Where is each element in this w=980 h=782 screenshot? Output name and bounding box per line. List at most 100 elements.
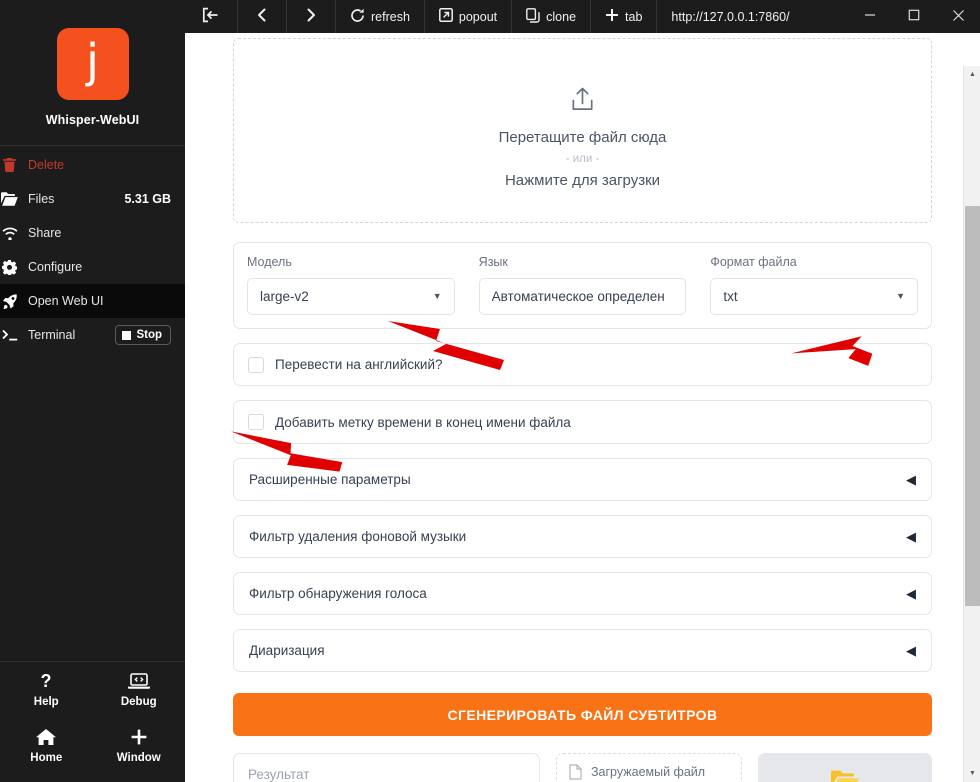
file-format-select[interactable]: txt ▼ — [710, 278, 919, 315]
scrollbar-thumb[interactable] — [965, 206, 980, 606]
sidebar-item-files-label: Files — [28, 192, 55, 206]
model-select[interactable]: large-v2 ▼ — [247, 278, 455, 315]
model-field: Модель large-v2 ▼ — [247, 255, 455, 315]
svg-text:?: ? — [41, 671, 52, 691]
refresh-button[interactable]: refresh — [336, 0, 425, 33]
refresh-icon — [350, 8, 365, 26]
options-panel: Модель large-v2 ▼ Язык Автоматическое оп… — [233, 242, 932, 329]
app-branding: j Whisper-WebUI — [0, 0, 185, 145]
clone-button[interactable]: clone — [512, 0, 592, 33]
sidebar-item-open-web-ui[interactable]: Open Web UI — [0, 284, 185, 318]
clone-label: clone — [546, 9, 577, 24]
translate-to-english-checkbox[interactable] — [248, 356, 264, 373]
file-dropzone[interactable]: Перетащите файл сюда - или - Нажмите для… — [233, 38, 932, 223]
scroll-down-arrow-icon[interactable]: ▼ — [964, 765, 980, 782]
translate-to-english-row[interactable]: Перевести на английский? — [233, 343, 932, 386]
chevron-down-icon: ▼ — [896, 291, 906, 301]
dropzone-drop-text: Перетащите файл сюда — [498, 129, 667, 146]
accordion-bgm-removal-filter-title: Фильтр удаления фоновой музыки — [249, 529, 467, 544]
sidebar-tile-home[interactable]: Home — [0, 718, 93, 774]
whisper-webui-page: Перетащите файл сюда - или - Нажмите для… — [185, 33, 980, 782]
model-field-label: Модель — [247, 255, 292, 269]
options-fields: Модель large-v2 ▼ Язык Автоматическое оп… — [247, 255, 919, 315]
forward-button[interactable] — [287, 0, 336, 33]
accordion-diarization[interactable]: Диаризация ◀ — [233, 629, 932, 672]
trash-icon — [1, 158, 18, 172]
plus-icon — [605, 8, 619, 25]
sidebar-item-share[interactable]: Share — [0, 216, 185, 250]
sidebar-tile-help[interactable]: ? Help — [0, 662, 93, 718]
minimize-button[interactable] — [848, 0, 892, 33]
sidebar-item-open-web-ui-label: Open Web UI — [28, 294, 104, 308]
file-format-select-value: txt — [723, 289, 738, 304]
app-logo-letter: j — [86, 34, 99, 88]
language-select-value: Автоматическое определен — [491, 289, 665, 304]
popout-button[interactable]: popout — [425, 0, 513, 33]
app-logo: j — [56, 28, 129, 100]
accordion-bgm-removal-filter[interactable]: Фильтр удаления фоновой музыки ◀ — [233, 515, 932, 558]
accordion-voice-detection-filter[interactable]: Фильтр обнаружения голоса ◀ — [233, 572, 932, 615]
laptop-code-icon — [127, 671, 150, 691]
sidebar-item-terminal-label: Terminal — [28, 328, 76, 342]
chevron-down-icon: ▼ — [432, 291, 442, 301]
sidebar-item-delete[interactable]: Delete — [0, 148, 185, 182]
sidebar-item-configure[interactable]: Configure — [0, 250, 185, 284]
language-select[interactable]: Автоматическое определен — [478, 278, 687, 315]
plus-icon — [129, 727, 149, 747]
home-icon — [36, 727, 57, 747]
file-icon — [569, 764, 582, 782]
output-row: Результат Загружаемый файл результата — [233, 753, 932, 782]
popout-icon — [438, 8, 453, 25]
result-output-box[interactable]: Результат — [233, 753, 540, 782]
sidebar-item-files[interactable]: Files 5.31 GB — [0, 182, 185, 216]
terminal-icon — [1, 329, 18, 341]
sidebar-tile-window[interactable]: Window — [93, 718, 186, 774]
question-mark-icon: ? — [38, 671, 54, 691]
sidebar-item-terminal[interactable]: Terminal Stop — [0, 318, 185, 352]
chevron-left-icon — [255, 7, 269, 26]
open-folder-button[interactable] — [758, 753, 932, 782]
accordion-diarization-title: Диаризация — [249, 643, 325, 658]
clone-icon — [526, 7, 540, 26]
generate-subtitle-file-button[interactable]: СГЕНЕРИРОВАТЬ ФАЙЛ СУБТИТРОВ — [233, 693, 932, 736]
accordion-voice-detection-filter-title: Фильтр обнаружения голоса — [249, 586, 427, 601]
folder-icon — [1, 192, 18, 206]
popout-label: popout — [458, 9, 498, 24]
gear-icon — [1, 259, 18, 275]
minimize-icon — [863, 8, 877, 25]
new-tab-button[interactable]: tab — [591, 0, 658, 33]
sidebar-item-configure-label: Configure — [28, 260, 83, 274]
translate-to-english-label: Перевести на английский? — [275, 357, 443, 372]
stop-button[interactable]: Stop — [115, 325, 171, 345]
app-window: j Whisper-WebUI Delete Files 5.31 GB Sha… — [0, 0, 980, 782]
vertical-scrollbar[interactable]: ▲ ▼ — [963, 66, 980, 782]
maximize-button[interactable] — [892, 0, 936, 33]
close-button[interactable] — [936, 0, 980, 33]
accordion-advanced-parameters[interactable]: Расширенные параметры ◀ — [233, 458, 932, 501]
add-timestamp-row[interactable]: Добавить метку времени в конец имени фай… — [233, 400, 932, 444]
dropzone-click-text: Нажмите для загрузки — [504, 172, 661, 189]
sidebar-tile-debug-label: Debug — [120, 696, 157, 708]
stop-square-icon — [122, 330, 132, 340]
add-timestamp-checkbox[interactable] — [248, 414, 264, 430]
scroll-up-arrow-icon[interactable]: ▲ — [964, 66, 980, 83]
file-format-field-label: Формат файла — [710, 255, 797, 269]
toolbar-filler — [804, 0, 848, 33]
back-button[interactable] — [238, 0, 287, 33]
exit-to-app-button[interactable] — [185, 0, 238, 33]
app-name: Whisper-WebUI — [45, 113, 140, 127]
maximize-icon — [907, 8, 921, 25]
sidebar-tile-home-label: Home — [30, 752, 63, 764]
chevron-left-icon: ◀ — [906, 472, 916, 487]
sidebar-tile-debug[interactable]: Debug — [93, 662, 186, 718]
rocket-icon — [1, 293, 18, 309]
sidebar-tile-help-label: Help — [33, 696, 59, 708]
sidebar-menu: Delete Files 5.31 GB Share Configure Ope… — [0, 146, 185, 352]
address-bar[interactable]: http://127.0.0.1:7860/ — [657, 0, 803, 33]
window-controls — [848, 0, 980, 33]
sidebar-tile-window-label: Window — [116, 752, 161, 764]
accordion-advanced-parameters-title: Расширенные параметры — [249, 472, 411, 487]
language-field: Язык Автоматическое определен — [478, 255, 687, 315]
download-file-box[interactable]: Загружаемый файл результата — [556, 753, 742, 782]
